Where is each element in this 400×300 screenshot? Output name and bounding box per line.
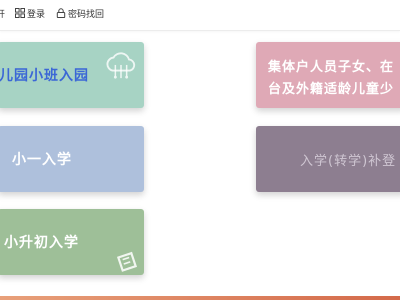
topbar-item-account[interactable]: 开 — [0, 8, 5, 22]
collective-household-label-line2: 台及外籍适龄儿童少 — [268, 82, 395, 97]
collective-household-enrollment-card[interactable]: 集体户人员子女、在 台及外籍适龄儿童少 — [256, 42, 400, 108]
transfer-registration-card[interactable]: 入学(转学)补登 — [256, 126, 400, 192]
kindergarten-enrollment-label: 幼儿园小班入园 — [0, 68, 89, 84]
topbar-item-password-recovery-label: 密码找回 — [68, 10, 105, 20]
collective-household-label-line1: 集体户人员子女、在 — [268, 60, 395, 75]
page: 开 登录 密码找回 幼儿园小班入园 — [0, 0, 400, 300]
topbar-item-account-label: 开 — [0, 10, 6, 20]
topbar-item-login-label: 登录 — [27, 10, 46, 20]
cloud-upload-icon — [106, 52, 136, 79]
transfer-registration-label: 入学(转学)补登 — [300, 154, 397, 169]
topbar-item-password-recovery[interactable]: 密码找回 — [56, 8, 104, 22]
bottom-accent-bar — [0, 296, 400, 300]
primary-enrollment-card[interactable]: 小一入学 — [0, 126, 144, 192]
grid-icon — [15, 8, 25, 18]
topbar-item-login[interactable]: 登录 — [15, 8, 45, 22]
junior-high-enrollment-card[interactable]: 小升初入学 — [0, 209, 144, 275]
lock-icon — [56, 8, 66, 18]
primary-enrollment-label: 小一入学 — [12, 152, 72, 168]
document-icon — [116, 251, 138, 272]
top-bar: 开 登录 密码找回 — [0, 0, 400, 31]
kindergarten-enrollment-card[interactable]: 幼儿园小班入园 — [0, 42, 144, 108]
junior-high-enrollment-label: 小升初入学 — [4, 235, 79, 251]
